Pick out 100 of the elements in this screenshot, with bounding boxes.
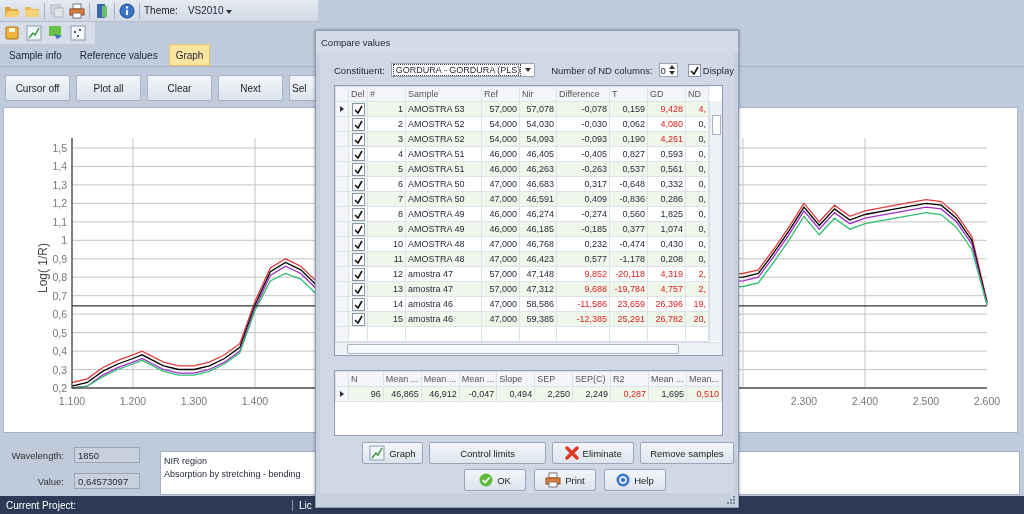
info-icon[interactable] [119,2,135,19]
table-cell: 0, [685,206,709,222]
chart-icon[interactable] [48,25,64,41]
field-label: Number of ND columns: [551,64,653,76]
column-header[interactable]: Nir [519,86,557,102]
column-header[interactable]: R2 [610,371,649,387]
checkbox-label: Display [702,64,734,76]
checkbox[interactable] [687,63,701,77]
horizontal-scrollbar[interactable] [335,342,722,355]
checkbox[interactable] [351,132,365,146]
printer-icon [545,472,562,488]
axis-tick-label: 1,1 [52,215,67,228]
table-cell: 0, [685,116,709,132]
table-cell: 47,148 [519,266,557,282]
tab[interactable]: Reference values [72,44,165,66]
axis-tick-label: 0,3 [52,363,67,376]
toolbar-button[interactable]: Sel [289,75,316,101]
table-cell: -11,586 [556,296,610,312]
save-icon[interactable] [4,25,20,41]
axis-tick-label: 1,2 [52,197,67,210]
value-field[interactable]: 1850 [74,447,140,463]
toolbar-button[interactable]: Next [218,75,283,101]
constituent-dropdown[interactable]: GORDURA - GORDURA (PLS) [390,63,536,77]
column-header[interactable]: Mean ... [648,371,687,387]
checkbox[interactable] [351,207,365,221]
checkbox[interactable] [351,252,365,266]
dialog-button[interactable]: OK [464,469,526,491]
column-header[interactable]: Difference [556,86,610,102]
table-cell: 1,825 [647,206,686,222]
axis-tick-label: 1 [61,234,67,247]
column-header[interactable]: Mean... [686,371,722,387]
tab[interactable]: Sample info [2,44,69,66]
dialog-button[interactable]: Print [534,469,596,491]
toolbar-button[interactable]: Clear [147,75,212,101]
table-cell: 2 [367,116,406,132]
column-header[interactable]: Ref [481,86,520,102]
table-cell: 0,232 [556,236,610,252]
column-header[interactable]: Sample [405,86,482,102]
chart-icon[interactable] [70,25,86,41]
theme-dropdown[interactable]: VS2010 [181,3,239,18]
chart-icon [369,445,386,461]
table-cell: 12 [367,266,406,282]
table-cell: 19, [685,296,709,312]
table-cell: 54,030 [519,116,557,132]
checkbox[interactable] [351,192,365,206]
table-cell: 47,000 [481,176,520,192]
column-header[interactable]: SEP(C) [572,371,611,387]
dialog-button[interactable]: Help [604,469,666,491]
checkbox[interactable] [351,312,365,326]
table-cell: 6 [367,176,406,192]
table-cell: 46,000 [481,146,520,162]
column-header[interactable]: Mean ... [421,371,460,387]
column-header[interactable]: T [609,86,648,102]
printer-icon[interactable] [69,2,85,19]
checkbox[interactable] [351,267,365,281]
column-header[interactable]: Mean ... [459,371,497,387]
checkbox[interactable] [351,282,365,296]
tab[interactable]: Graph [168,44,211,66]
checkbox[interactable] [351,117,365,131]
checkbox[interactable] [351,222,365,236]
dialog-button[interactable]: Eliminate [552,442,634,464]
dialog-button[interactable]: Control limits [428,442,547,464]
dialog-button[interactable]: Graph [362,442,423,464]
row-pointer-icon [340,106,344,112]
column-header[interactable]: Mean ... [383,371,422,387]
vertical-scrollbar[interactable] [709,101,722,341]
table-cell: 26,396 [647,296,686,312]
table-cell: 0,317 [556,176,610,192]
table-cell: 0,430 [647,236,686,252]
column-header[interactable]: GD [647,86,686,102]
checkbox[interactable] [351,147,365,161]
checkbox[interactable] [351,237,365,251]
table-cell: -0,474 [609,236,648,252]
book-icon[interactable] [94,2,110,19]
column-header[interactable]: SEP [534,371,573,387]
nd-columns-spinner[interactable]: 0 [658,63,678,77]
checkbox[interactable] [351,102,365,116]
axis-tick-label: 1.300 [180,395,208,407]
value-field[interactable]: 0,64573097 [74,473,140,489]
checkbox[interactable] [351,297,365,311]
column-header[interactable]: N [348,371,384,387]
field-label: Wavelength: [10,449,64,461]
column-header[interactable]: ND [685,86,709,102]
chart-icon[interactable] [26,25,42,41]
table-cell: 10 [367,236,406,252]
dialog-button[interactable]: Remove samples [639,442,734,464]
checkbox[interactable] [351,177,365,191]
table-cell: 0,332 [647,176,686,192]
checkbox[interactable] [351,162,365,176]
column-header[interactable]: Slope [496,371,535,387]
column-header[interactable]: # [367,86,406,102]
toolbar-button[interactable]: Cursor off [5,75,70,101]
table-cell: AMOSTRA 49 [405,206,482,222]
table-cell: 8 [367,206,406,222]
axis-tick-label: 1,3 [52,178,67,191]
table-cell: 0,827 [609,146,648,162]
axis-tick-label: 0,6 [52,308,67,321]
toolbar-button[interactable]: Plot all [76,75,141,101]
check-mark-icon [689,65,699,75]
table-cell: 46,683 [519,176,557,192]
